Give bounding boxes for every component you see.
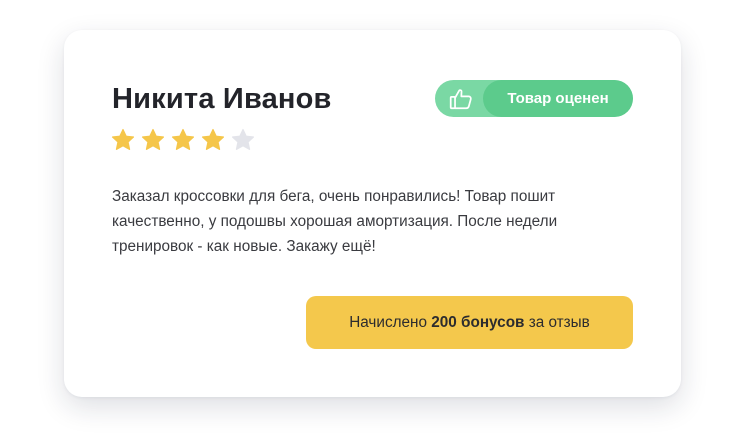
- rated-badge[interactable]: Товар оценен: [435, 80, 633, 117]
- star-filled-icon: [200, 127, 226, 153]
- bonus-prefix: Начислено: [349, 313, 427, 331]
- star-filled-icon: [110, 127, 136, 153]
- bonus-suffix: за отзыв: [528, 313, 590, 331]
- star-filled-icon: [140, 127, 166, 153]
- thumbs-up-icon: [435, 80, 487, 117]
- bonus-amount: 200 бонусов: [431, 313, 525, 331]
- bonus-banner: Начислено 200 бонусов за отзыв: [306, 296, 633, 349]
- star-filled-icon: [170, 127, 196, 153]
- author-name: Никита Иванов: [112, 83, 332, 115]
- star-rating: [110, 127, 256, 153]
- badge-label-pill: Товар оценен: [483, 80, 633, 117]
- review-card: Никита Иванов Товар оценен Заказал кросс…: [64, 30, 681, 397]
- review-text: Заказал кроссовки для бега, очень понрав…: [112, 188, 558, 255]
- badge-label: Товар оценен: [507, 90, 609, 107]
- star-empty-icon: [230, 127, 256, 153]
